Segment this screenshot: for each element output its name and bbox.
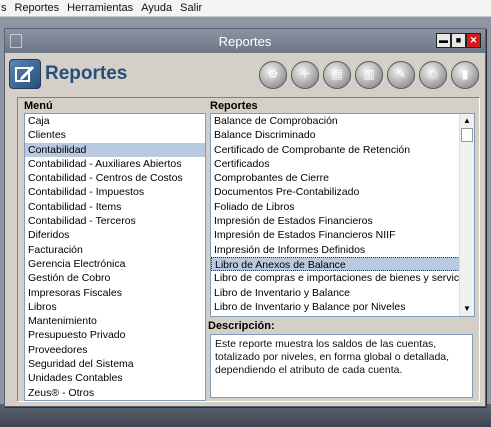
menu-list-item[interactable]: Caja [25, 114, 205, 128]
report-list-item[interactable]: Libro de Inventario y Balance por Nivele… [211, 300, 474, 314]
add-icon[interactable]: ＋ [291, 61, 319, 89]
scroll-down-arrow-icon[interactable]: ▼ [460, 302, 474, 316]
menu-list-item[interactable]: Gestión de Cobro [25, 271, 205, 285]
menu-list-item[interactable]: Zeus® - Otros [25, 386, 205, 400]
reports-label: Reportes [210, 100, 258, 112]
report-list-item[interactable]: Libro de Inventario y Balance [211, 286, 474, 300]
menu-bar: s Reportes Herramientas Ayuda Salir [0, 0, 491, 17]
exit-door-icon[interactable]: ▮ [451, 61, 479, 89]
report-list-item[interactable]: Documentos Pre-Contabilizado [211, 185, 474, 199]
scroll-up-arrow-icon[interactable]: ▲ [460, 114, 474, 128]
menu-item-herramientas[interactable]: Herramientas [63, 2, 137, 14]
report-list-item-selected[interactable]: Libro de Anexos de Balance [211, 256, 474, 272]
menu-label: Menú [24, 100, 53, 112]
app-name: Reportes [45, 63, 128, 84]
description-text: Este reporte muestra los saldos de las c… [210, 334, 473, 398]
maximize-button[interactable]: ■ [451, 33, 466, 48]
report-list-item[interactable]: Comprobantes de Cierre [211, 171, 474, 185]
report-list-item[interactable]: Impresión de Estados Financieros NIIF [211, 228, 474, 242]
menu-list-item[interactable]: Contabilidad - Impuestos [25, 185, 205, 199]
menu-list-item[interactable]: Mantenimiento [25, 314, 205, 328]
menu-list-item[interactable]: Facturación [25, 243, 205, 257]
menu-list-item[interactable]: Unidades Contables [25, 371, 205, 385]
reports-list[interactable]: Balance de Comprobación Balance Discrimi… [210, 113, 475, 317]
menu-list-item[interactable]: Clientes [25, 128, 205, 142]
reportes-logo-icon [9, 59, 41, 89]
menu-list-item[interactable]: Impresoras Fiscales [25, 286, 205, 300]
reports-scrollbar[interactable]: ▲ ▼ [459, 114, 474, 316]
menu-list-item[interactable]: Presupuesto Privado [25, 328, 205, 342]
window-title: Reportes [218, 34, 272, 49]
menu-list-item[interactable]: Contabilidad - Terceros [25, 214, 205, 228]
book-icon[interactable]: ▥ [355, 61, 383, 89]
menu-item-salir[interactable]: Salir [176, 2, 206, 14]
menu-list-item[interactable]: Contabilidad - Items [25, 200, 205, 214]
document-icon[interactable]: ▤ [323, 61, 351, 89]
main-panel: Menú Caja Clientes Contabilidad Contabil… [17, 97, 480, 402]
reportes-window: Reportes ▬ ■ ✕ Reportes ⚙ ＋ ▤ ▥ ✎ ⎙ ▮ Me… [4, 28, 486, 407]
menu-list-item[interactable]: Proveedores [25, 343, 205, 357]
report-list-item[interactable]: Impresión de Informes Definidos [211, 243, 474, 257]
menu-list-item-selected[interactable]: Contabilidad [25, 142, 205, 157]
scroll-thumb[interactable] [461, 128, 473, 142]
minimize-button[interactable]: ▬ [436, 33, 451, 48]
close-button[interactable]: ✕ [466, 33, 481, 48]
report-list-item[interactable]: Balance de Comprobación [211, 114, 474, 128]
report-list-item[interactable]: Libro de compras e importaciones de bien… [211, 271, 474, 285]
description-label: Descripción: [208, 320, 275, 332]
desktop-background [0, 404, 491, 427]
report-list-item[interactable]: Impresión de Estados Financieros [211, 214, 474, 228]
menu-list-item[interactable]: Contabilidad - Auxiliares Abiertos [25, 157, 205, 171]
edit-icon[interactable]: ✎ [387, 61, 415, 89]
menu-list-item[interactable]: Libros [25, 300, 205, 314]
menu-item-partial[interactable]: s [0, 2, 11, 14]
menu-list[interactable]: Caja Clientes Contabilidad Contabilidad … [24, 113, 206, 401]
report-list-item[interactable]: Balance Discriminado [211, 128, 474, 142]
menu-item-ayuda[interactable]: Ayuda [137, 2, 176, 14]
report-list-item[interactable]: Certificados [211, 157, 474, 171]
print-icon[interactable]: ⎙ [419, 61, 447, 89]
menu-list-item[interactable]: Diferidos [25, 228, 205, 242]
title-bar[interactable]: Reportes ▬ ■ ✕ [5, 29, 485, 53]
header: Reportes ⚙ ＋ ▤ ▥ ✎ ⎙ ▮ [5, 53, 485, 93]
report-list-item[interactable]: Certificado de Comprobante de Retención [211, 143, 474, 157]
menu-list-item[interactable]: Gerencia Electrónica [25, 257, 205, 271]
menu-item-reportes[interactable]: Reportes [11, 2, 64, 14]
gear-settings-icon[interactable]: ⚙ [259, 61, 287, 89]
menu-list-item[interactable]: Seguridad del Sistema [25, 357, 205, 371]
menu-list-item[interactable]: Contabilidad - Centros de Costos [25, 171, 205, 185]
report-list-item[interactable]: Foliado de Libros [211, 200, 474, 214]
